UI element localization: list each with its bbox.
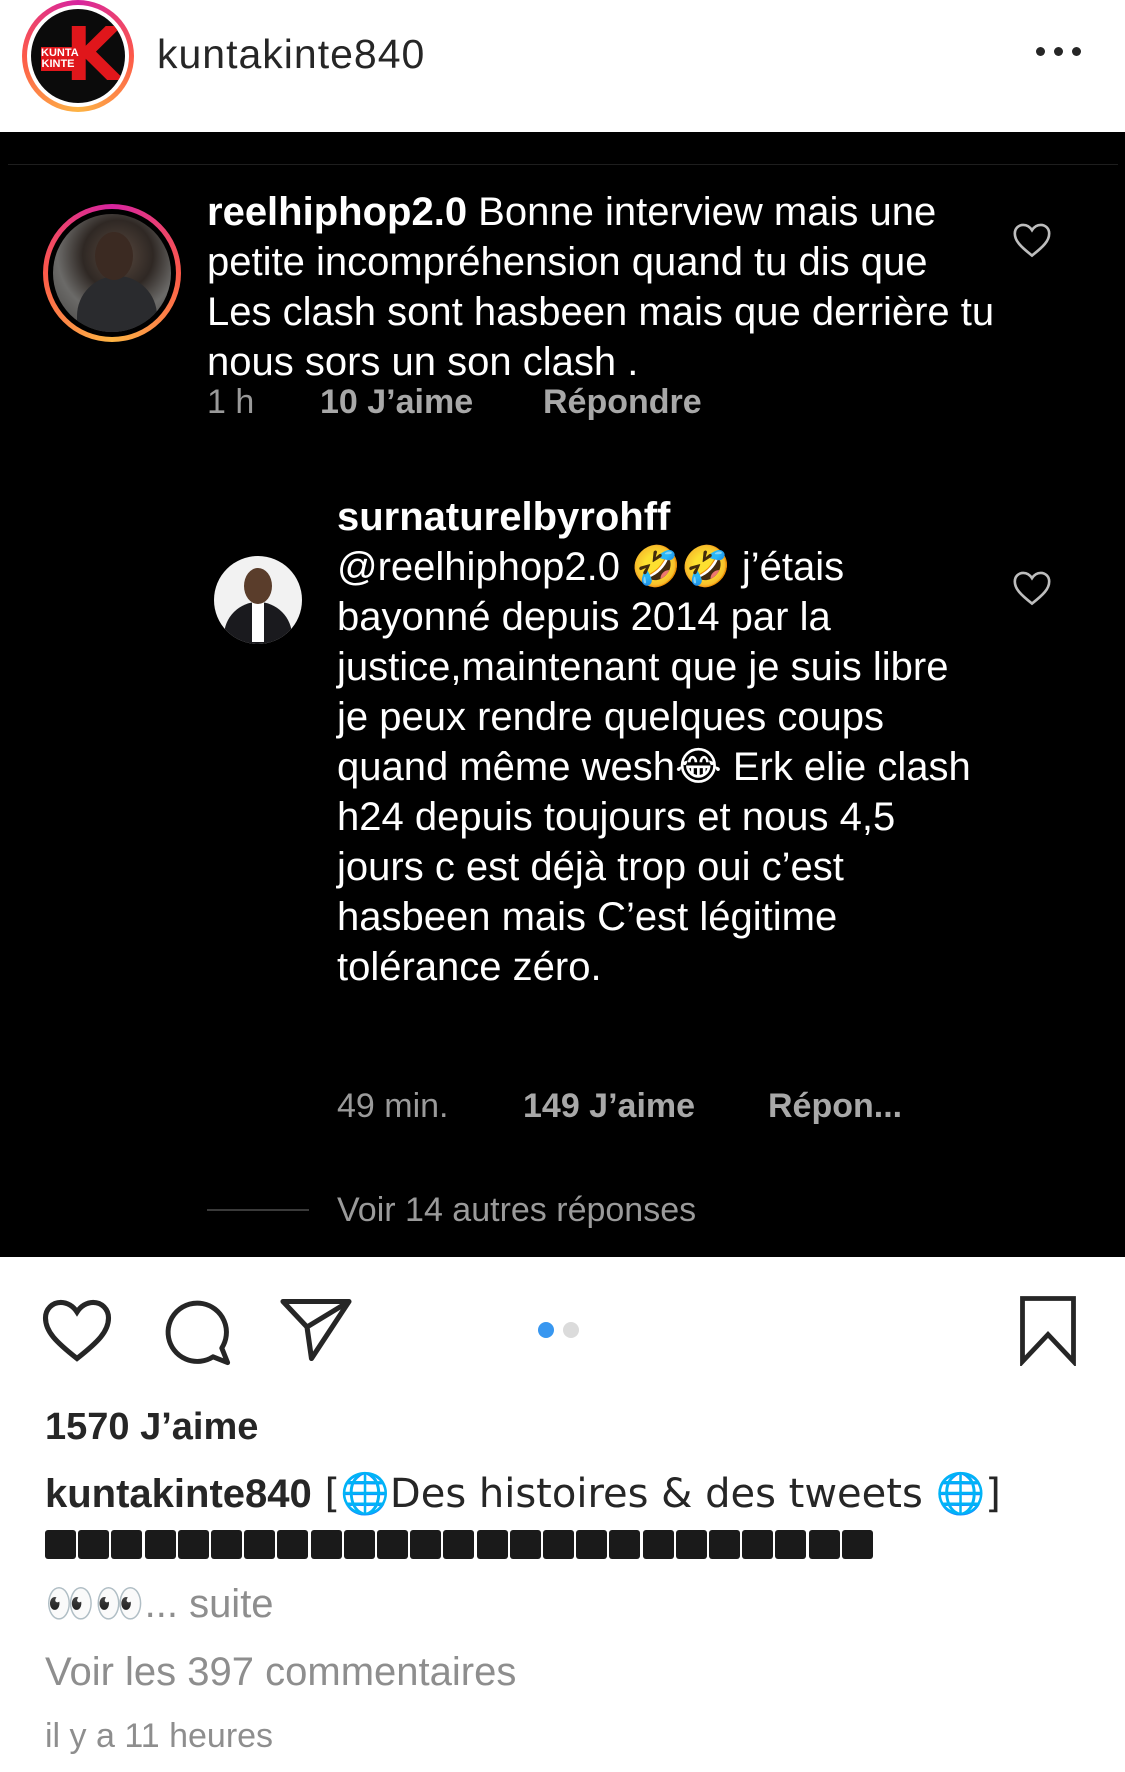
- comment-heart-icon: [1013, 223, 1051, 258]
- comment-icon[interactable]: [162, 1297, 232, 1367]
- more-options-icon[interactable]: [1036, 44, 1082, 58]
- divider: [207, 1209, 309, 1211]
- black-square-emoji: [410, 1530, 442, 1559]
- comment-reelhiphop: reelhiphop2.0 Bonne interview mais une p…: [207, 187, 997, 387]
- black-square-emoji: [675, 1530, 707, 1559]
- black-square-emoji: [244, 1530, 276, 1559]
- carousel-dot: [563, 1322, 579, 1338]
- black-square-emoji: [377, 1530, 408, 1559]
- black-square-emoji: [45, 1530, 76, 1559]
- comment-likes: 10 J’aime: [320, 383, 474, 421]
- black-square-emoji: [111, 1530, 143, 1559]
- caption-continued: 👀👀... suite: [45, 1580, 274, 1628]
- view-more-replies: Voir 14 autres réponses: [337, 1191, 697, 1229]
- post-timestamp: il y a 11 heures: [45, 1717, 274, 1755]
- black-square-emoji: [476, 1530, 508, 1559]
- comment-heart-icon: [1013, 571, 1051, 606]
- black-square-emoji: [775, 1530, 807, 1559]
- comment-rohff: surnaturelbyrohff @reelhiphop2.0 🤣🤣 j’éta…: [337, 492, 977, 992]
- view-comments-link[interactable]: Voir les 397 commentaires: [45, 1648, 516, 1696]
- divider: [8, 164, 1118, 165]
- paper-plane-icon[interactable]: [280, 1297, 352, 1363]
- commenter-avatar-rohff: [214, 556, 302, 644]
- black-square-emoji: [609, 1530, 641, 1559]
- comment-reply-button: Répondre: [543, 383, 702, 421]
- caption-username[interactable]: kuntakinte840: [45, 1472, 312, 1516]
- black-square-emoji: [277, 1530, 309, 1559]
- black-square-emoji: [709, 1530, 740, 1559]
- heart-icon[interactable]: [40, 1297, 114, 1363]
- more-link[interactable]: ... suite: [145, 1582, 274, 1626]
- black-square-emoji: [543, 1530, 574, 1559]
- comment-username: reelhiphop2.0: [207, 190, 468, 234]
- carousel-dot-active: [538, 1322, 554, 1338]
- commenter-avatar-reelhiphop: [43, 204, 181, 342]
- post-header: K KUNTA KINTE kuntakinte840: [0, 0, 1125, 132]
- caption: kuntakinte840 [🌐Des histoires & des twee…: [45, 1470, 1105, 1518]
- comment-username: surnaturelbyrohff: [337, 495, 671, 539]
- black-square-emoji: [808, 1530, 840, 1559]
- comment-time: 1 h: [207, 383, 255, 421]
- black-square-emoji: [841, 1530, 873, 1559]
- black-square-emoji: [78, 1530, 110, 1559]
- black-square-emoji: [211, 1530, 242, 1559]
- caption-text: [🌐Des histoires & des tweets 🌐]: [311, 1471, 1001, 1517]
- kunta-kinte-logo: K KUNTA KINTE: [31, 9, 125, 103]
- black-square-emoji: [144, 1530, 176, 1559]
- black-square-emoji: [576, 1530, 608, 1559]
- comment-time: 49 min.: [337, 1087, 449, 1125]
- comment-reply-button: Répon...: [768, 1087, 903, 1125]
- action-bar: [0, 1257, 1125, 1377]
- header-username[interactable]: kuntakinte840: [157, 30, 425, 78]
- black-square-emoji: [177, 1530, 209, 1559]
- likes-count[interactable]: 1570 J’aime: [45, 1405, 258, 1449]
- black-square-emoji: [443, 1530, 475, 1559]
- bookmark-icon[interactable]: [1016, 1294, 1080, 1366]
- black-square-emoji: [509, 1530, 541, 1559]
- comment-likes: 149 J’aime: [523, 1087, 696, 1125]
- post-image[interactable]: reelhiphop2.0 Bonne interview mais une p…: [0, 132, 1125, 1257]
- comment-body: @reelhiphop2.0 🤣🤣 j’étais bayonné depuis…: [337, 545, 971, 989]
- black-square-emoji: [310, 1530, 342, 1559]
- black-square-emoji: [343, 1530, 375, 1559]
- black-square-emoji: [642, 1530, 674, 1559]
- profile-avatar[interactable]: K KUNTA KINTE: [22, 0, 134, 112]
- black-square-emoji: [742, 1530, 774, 1559]
- eyes-emoji: 👀👀: [45, 1581, 145, 1627]
